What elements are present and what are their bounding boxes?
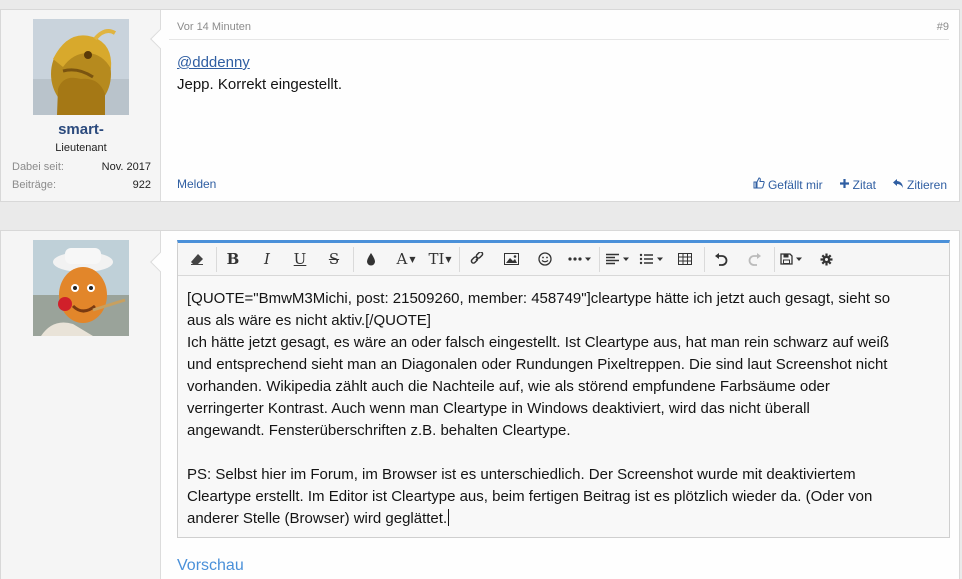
- user-info: smart- Lieutenant Dabei seit: Nov. 2017 …: [1, 10, 161, 201]
- post-actions: Gefällt mir Zitat Zitieren: [753, 177, 947, 192]
- toolbar-separator: [774, 247, 775, 272]
- gear-icon[interactable]: [815, 248, 837, 270]
- editor-toolbar: B I U S A ▼ TI ▼: [178, 243, 949, 276]
- post-number[interactable]: #9: [937, 21, 949, 33]
- font-size-icon[interactable]: TI ▼: [426, 248, 454, 270]
- toolbar-separator: [599, 247, 600, 272]
- redo-icon[interactable]: [744, 248, 766, 270]
- image-icon[interactable]: [500, 248, 522, 270]
- table-icon[interactable]: [674, 248, 696, 270]
- toolbar-separator: [353, 247, 354, 272]
- thumbs-up-icon: [753, 177, 765, 192]
- more-icon[interactable]: [566, 248, 594, 270]
- color-drop-icon[interactable]: [360, 248, 382, 270]
- list-icon[interactable]: [638, 248, 666, 270]
- undo-icon[interactable]: [710, 248, 732, 270]
- editor-last-line: anderer Stelle (Browser) wird geglättet.: [187, 508, 941, 530]
- reply-box: B I U S A ▼ TI ▼ [QUOTE="BmwM3Michi, pos…: [0, 230, 960, 579]
- divider: [169, 39, 949, 40]
- toolbar-separator: [459, 247, 460, 272]
- stat-value: 922: [132, 179, 151, 191]
- quote-add-label: Zitat: [852, 177, 876, 192]
- reply-quote-button[interactable]: Zitieren: [892, 177, 947, 192]
- plus-icon: [839, 178, 850, 192]
- editor-content[interactable]: [QUOTE="BmwM3Michi, post: 21509260, memb…: [187, 288, 941, 530]
- editor-line: verringerter Kontrast. Auch wenn man Cle…: [187, 400, 810, 417]
- toolbar-separator: [216, 247, 217, 272]
- editor-line: angewandt. Fensterüberschriften z.B. beh…: [187, 422, 571, 439]
- smiley-icon[interactable]: [534, 248, 556, 270]
- like-label: Gefällt mir: [767, 177, 823, 192]
- eraser-icon[interactable]: [186, 248, 208, 270]
- link-icon[interactable]: [466, 248, 488, 270]
- editor-line: PS: Selbst hier im Forum, im Browser ist…: [187, 466, 856, 483]
- align-icon[interactable]: [604, 248, 632, 270]
- editor-line: Ich hätte jetzt gesagt, es wäre an oder …: [187, 334, 890, 351]
- post-time[interactable]: Vor 14 Minuten: [177, 21, 251, 33]
- avatar[interactable]: [33, 240, 129, 336]
- underline-icon[interactable]: U: [289, 248, 311, 270]
- post-9: smart- Lieutenant Dabei seit: Nov. 2017 …: [0, 9, 960, 202]
- like-button[interactable]: Gefällt mir: [753, 177, 823, 192]
- reply-icon: [892, 178, 904, 192]
- save-icon[interactable]: [779, 248, 807, 270]
- post-message: Jepp. Korrekt eingestellt.: [177, 76, 343, 93]
- user-info: [1, 231, 161, 579]
- text-caret: [448, 509, 450, 526]
- toolbar-separator: [704, 247, 705, 272]
- user-title: Lieutenant: [55, 142, 107, 154]
- stat-label: Dabei seit:: [12, 161, 64, 173]
- editor-blank-line: [187, 442, 941, 464]
- italic-icon[interactable]: I: [256, 248, 278, 270]
- reply-quote-label: Zitieren: [906, 177, 947, 192]
- avatar[interactable]: [33, 19, 129, 115]
- stat-value: Nov. 2017: [101, 161, 151, 173]
- editor-line: [QUOTE="BmwM3Michi, post: 21509260, memb…: [187, 290, 891, 307]
- strikethrough-icon[interactable]: S: [323, 248, 345, 270]
- stat-label: Beiträge:: [12, 179, 57, 191]
- rich-text-editor: B I U S A ▼ TI ▼ [QUOTE="BmwM3Michi, pos…: [177, 240, 950, 538]
- editor-line: Cleartype erstellt. Im Editor ist Cleart…: [187, 488, 873, 505]
- editor-line: und entsprechend sieht man an Diagonalen…: [187, 356, 888, 373]
- editor-line: vorhanden. Wikipedia zählt auch die Nach…: [187, 378, 830, 395]
- bold-icon[interactable]: B: [222, 248, 244, 270]
- mention-link[interactable]: @dddenny: [177, 54, 250, 71]
- editor-line-text: anderer Stelle (Browser) wird geglättet.: [187, 510, 448, 527]
- report-link[interactable]: Melden: [177, 177, 216, 191]
- editor-line: aus als wäre es nicht aktiv.[/QUOTE]: [187, 312, 431, 329]
- username[interactable]: smart-: [1, 121, 161, 138]
- quote-add-button[interactable]: Zitat: [839, 177, 876, 192]
- font-family-icon[interactable]: A ▼: [392, 248, 420, 270]
- preview-button[interactable]: Vorschau: [177, 557, 244, 575]
